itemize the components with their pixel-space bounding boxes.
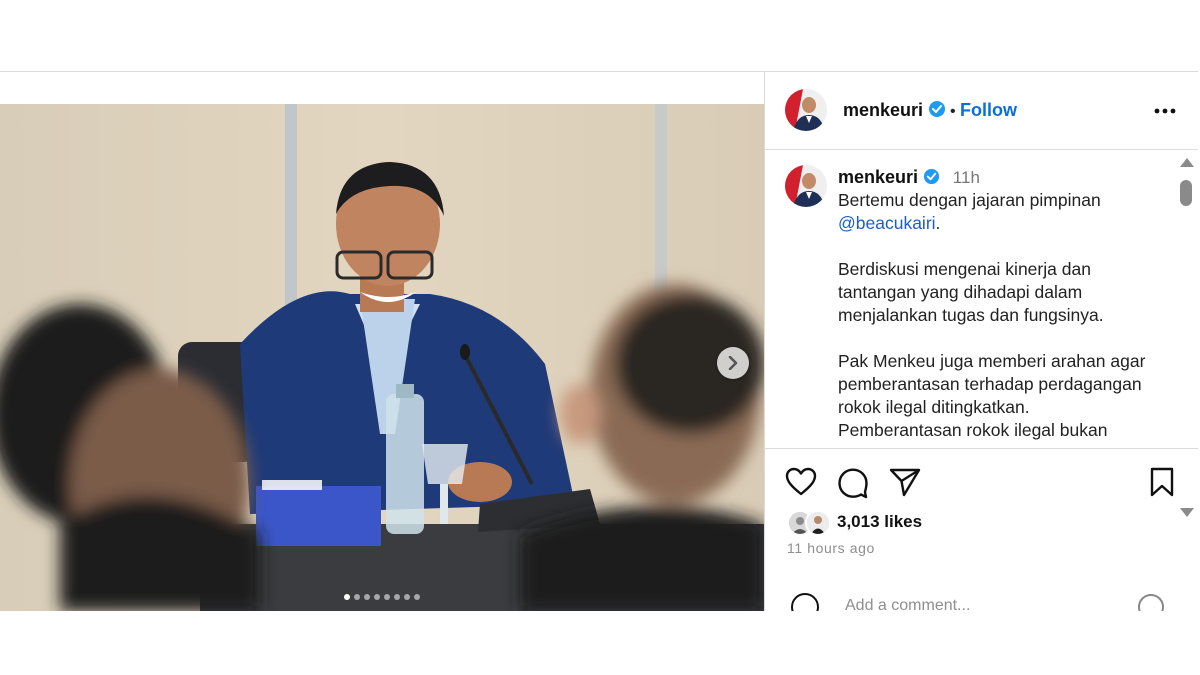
chevron-right-icon xyxy=(728,356,738,370)
liker-avatar xyxy=(805,510,831,536)
share-button[interactable] xyxy=(889,467,921,502)
share-icon xyxy=(889,468,921,497)
separator-dot: • xyxy=(949,103,956,120)
caption-line: tantangan yang dihadapi dalam xyxy=(838,282,1083,302)
avatar[interactable] xyxy=(785,89,827,131)
caption-line: rokok ilegal ditingkatkan. xyxy=(838,397,1030,417)
comment-input[interactable]: Add a comment... xyxy=(845,597,970,611)
likes-count[interactable]: 3,013 likes xyxy=(837,512,922,532)
caption-text: . xyxy=(935,213,941,233)
caption-line: pemberantasan terhadap perdagangan xyxy=(838,374,1142,394)
verified-badge-icon xyxy=(928,101,945,117)
carousel-dot xyxy=(394,594,400,600)
more-options-icon xyxy=(1154,108,1176,114)
carousel-dot xyxy=(414,594,420,600)
caption-timestamp: 11h xyxy=(952,168,980,187)
post-header: menkeuri • Follow xyxy=(765,72,1198,150)
carousel-dot xyxy=(374,594,380,600)
caption-line: Bertemu dengan jajaran pimpinan xyxy=(838,190,1101,210)
comment-button[interactable] xyxy=(837,467,869,504)
carousel-dot xyxy=(344,594,350,600)
scrollbar-thumb[interactable] xyxy=(1180,180,1192,206)
comment-post-icon[interactable] xyxy=(1136,593,1166,611)
follow-button[interactable]: Follow xyxy=(960,100,1017,120)
comment-icon xyxy=(838,468,868,499)
avatar-image xyxy=(785,165,827,207)
post-timestamp: 11 hours ago xyxy=(787,540,875,556)
avatar-image xyxy=(785,89,827,131)
caption-line: Berdiskusi mengenai kinerja dan xyxy=(838,259,1091,279)
username[interactable]: menkeuri xyxy=(843,100,923,120)
heart-icon xyxy=(785,467,817,496)
caption-username[interactable]: menkeuri xyxy=(838,167,918,187)
emoji-icon[interactable] xyxy=(785,593,825,611)
carousel-dot xyxy=(364,594,370,600)
like-button[interactable] xyxy=(785,467,817,502)
photo-scene xyxy=(0,104,764,611)
caption-avatar[interactable] xyxy=(785,165,827,207)
post-caption: menkeuri 11h Bertemu dengan jajaran pimp… xyxy=(838,166,1168,442)
carousel-dot xyxy=(384,594,390,600)
carousel-dot xyxy=(354,594,360,600)
post-actions xyxy=(765,448,1198,548)
caption-line: Pak Menkeu juga memberi arahan agar xyxy=(838,351,1146,371)
caption-line: Pemberantasan rokok ilegal bukan xyxy=(838,420,1108,440)
carousel-next-button[interactable] xyxy=(717,347,749,379)
verified-badge-icon xyxy=(923,168,939,185)
more-options-button[interactable] xyxy=(1150,98,1180,124)
save-button[interactable] xyxy=(1149,467,1175,502)
post-photo[interactable] xyxy=(0,104,764,611)
carousel-indicator xyxy=(0,594,764,600)
scroll-up-arrow-icon[interactable] xyxy=(1180,158,1194,167)
carousel-dot xyxy=(404,594,410,600)
bookmark-icon xyxy=(1150,467,1174,497)
mention-link[interactable]: @beacukairi xyxy=(838,213,936,233)
post-side-panel: menkeuri • Follow menkeuri 11h Bertemu d… xyxy=(764,72,1198,611)
add-comment-bar[interactable]: Add a comment... xyxy=(765,587,1198,611)
caption-line: menjalankan tugas dan fungsinya. xyxy=(838,305,1104,325)
